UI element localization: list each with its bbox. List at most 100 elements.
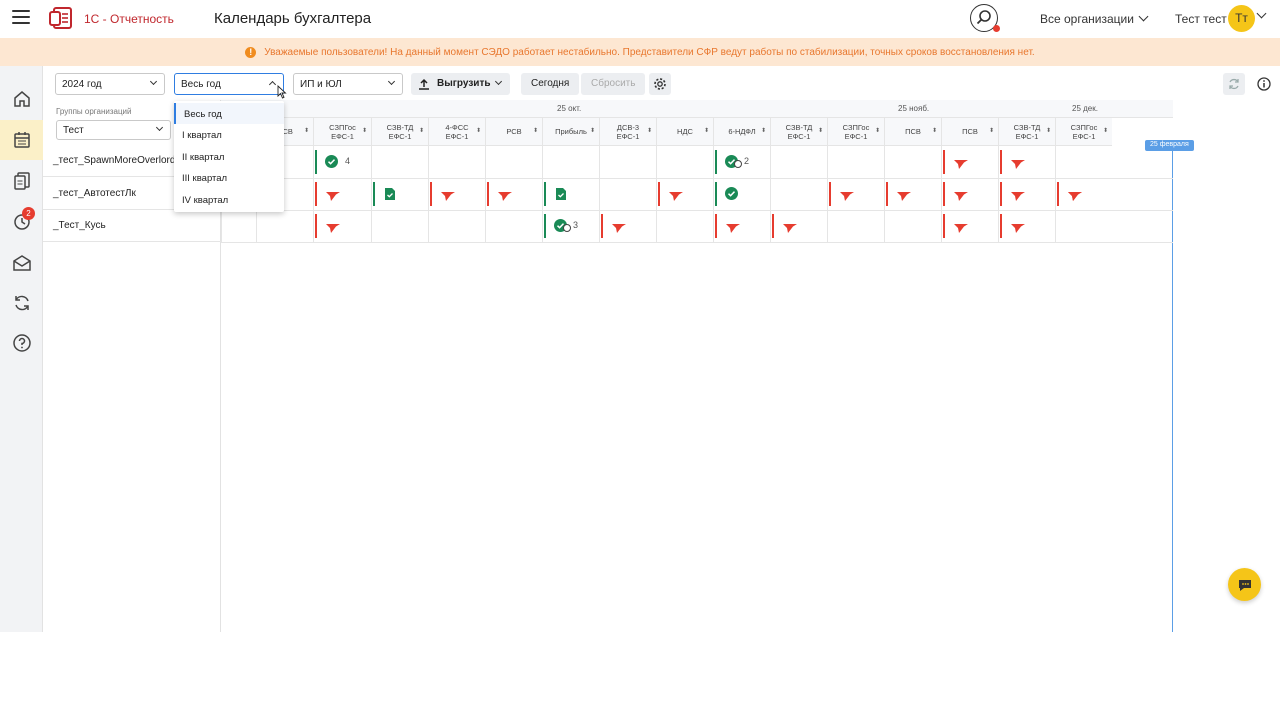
today-button[interactable]: Сегодня <box>521 73 580 95</box>
report-cell[interactable] <box>599 210 656 242</box>
settings-button[interactable] <box>649 73 671 95</box>
report-cell[interactable] <box>941 178 998 210</box>
sidebar-item-home[interactable] <box>0 79 43 119</box>
report-cell[interactable]: 3 <box>542 210 599 242</box>
org-name: _тест_АвтотестЛк <box>53 188 136 199</box>
report-cell[interactable]: 4 <box>313 146 371 178</box>
export-button[interactable]: Выгрузить <box>411 73 510 95</box>
report-cell[interactable] <box>941 146 998 178</box>
report-cell[interactable]: 2 <box>713 146 770 178</box>
status-bar-overdue <box>658 182 660 206</box>
mail-icon <box>12 255 31 271</box>
year-select[interactable]: 2024 год <box>55 73 165 95</box>
flag-icon <box>897 189 911 207</box>
sidebar-item-mail[interactable] <box>0 243 43 283</box>
sidebar: 2 <box>0 66 43 632</box>
row-divider <box>221 242 1173 243</box>
flag-icon <box>1068 189 1082 207</box>
month-label: 25 окт. <box>557 104 582 113</box>
documents-icon <box>13 172 30 190</box>
chevron-down-icon[interactable] <box>1256 8 1267 23</box>
status-bar-overdue <box>1000 182 1002 206</box>
toolbar: 2024 год Весь год ИП и ЮЛ Выгрузить Сего… <box>43 66 1280 100</box>
chat-icon <box>1238 579 1251 591</box>
group-select-value: Тест <box>63 125 84 136</box>
status-bar-overdue <box>829 182 831 206</box>
app-root: 1С - Отчетность Календарь бухгалтера Все… <box>0 0 1280 632</box>
search-button[interactable] <box>970 4 1000 32</box>
report-cell[interactable] <box>428 178 485 210</box>
flag-icon <box>1011 221 1025 239</box>
upload-icon <box>419 78 429 90</box>
report-cell[interactable] <box>542 178 599 210</box>
flag-icon <box>1011 157 1025 175</box>
report-cell[interactable] <box>884 178 941 210</box>
flag-icon <box>326 189 340 207</box>
report-cell[interactable] <box>941 210 998 242</box>
group-select[interactable]: Тест <box>56 120 171 140</box>
month-label: 25 нояб. <box>898 104 930 113</box>
sidebar-item-documents[interactable] <box>0 161 43 201</box>
today-tag: 25 февраля <box>1145 140 1194 151</box>
status-bar-overdue <box>1000 214 1002 238</box>
entity-select[interactable]: ИП и ЮЛ <box>293 73 403 95</box>
info-button[interactable] <box>1253 73 1275 95</box>
report-cell[interactable] <box>313 210 371 242</box>
flag-icon <box>612 221 626 239</box>
org-selector[interactable]: Все организации <box>1040 11 1149 26</box>
report-cell[interactable] <box>713 210 770 242</box>
period-option-q2[interactable]: II квартал <box>174 146 284 167</box>
period-option-q4[interactable]: IV квартал <box>174 189 284 210</box>
clock-icon <box>563 224 571 232</box>
status-bar-done <box>315 150 317 174</box>
sidebar-item-calendar[interactable] <box>0 120 43 160</box>
clock-icon <box>734 160 742 168</box>
report-cell[interactable] <box>998 146 1055 178</box>
sidebar-item-sync[interactable] <box>0 283 43 323</box>
period-option-q3[interactable]: III квартал <box>174 167 284 188</box>
report-cell[interactable] <box>998 210 1055 242</box>
status-bar-done <box>544 182 546 206</box>
report-cell[interactable] <box>998 178 1055 210</box>
sidebar-item-events[interactable]: 2 <box>0 202 43 242</box>
status-bar-done <box>715 182 717 206</box>
flag-icon <box>954 157 968 175</box>
info-icon <box>1257 77 1271 91</box>
status-bar-done <box>373 182 375 206</box>
report-cell[interactable] <box>313 178 371 210</box>
report-cell[interactable] <box>713 178 770 210</box>
report-cell[interactable] <box>656 178 713 210</box>
flag-icon <box>326 221 340 239</box>
report-cell[interactable] <box>485 178 542 210</box>
chevron-down-icon <box>155 123 164 132</box>
report-cell[interactable] <box>827 178 884 210</box>
chat-button[interactable] <box>1228 568 1261 601</box>
period-option-q1[interactable]: I квартал <box>174 124 284 145</box>
flag-icon <box>954 221 968 239</box>
report-cell[interactable] <box>1055 178 1112 210</box>
reset-button[interactable]: Сбросить <box>581 73 646 95</box>
mouse-cursor-icon <box>277 85 287 99</box>
period-select[interactable]: Весь год <box>174 73 284 95</box>
refresh-button[interactable] <box>1223 73 1245 95</box>
events-badge: 2 <box>22 207 35 220</box>
brand-name[interactable]: 1С - Отчетность <box>84 12 174 26</box>
menu-icon[interactable] <box>12 10 30 24</box>
status-bar-overdue <box>601 214 603 238</box>
check-icon <box>325 155 338 168</box>
report-cell[interactable] <box>371 178 428 210</box>
avatar[interactable]: Тт <box>1228 5 1255 32</box>
status-bar-overdue <box>1000 150 1002 174</box>
period-select-value: Весь год <box>181 79 221 90</box>
banner-text: Уважаемые пользователи! На данный момент… <box>264 46 1035 58</box>
report-cell[interactable] <box>770 210 827 242</box>
status-bar-overdue <box>772 214 774 238</box>
sidebar-item-help[interactable] <box>0 323 43 363</box>
period-dropdown: Весь год I квартал II квартал III кварта… <box>174 101 284 212</box>
user-name[interactable]: Тест тест <box>1175 12 1227 26</box>
page-title: Календарь бухгалтера <box>214 10 372 27</box>
org-selector-label: Все организации <box>1040 12 1134 26</box>
period-option-year[interactable]: Весь год <box>174 103 284 124</box>
org-row[interactable]: _Тест_Кусь <box>43 210 221 242</box>
chevron-up-icon <box>268 80 277 89</box>
